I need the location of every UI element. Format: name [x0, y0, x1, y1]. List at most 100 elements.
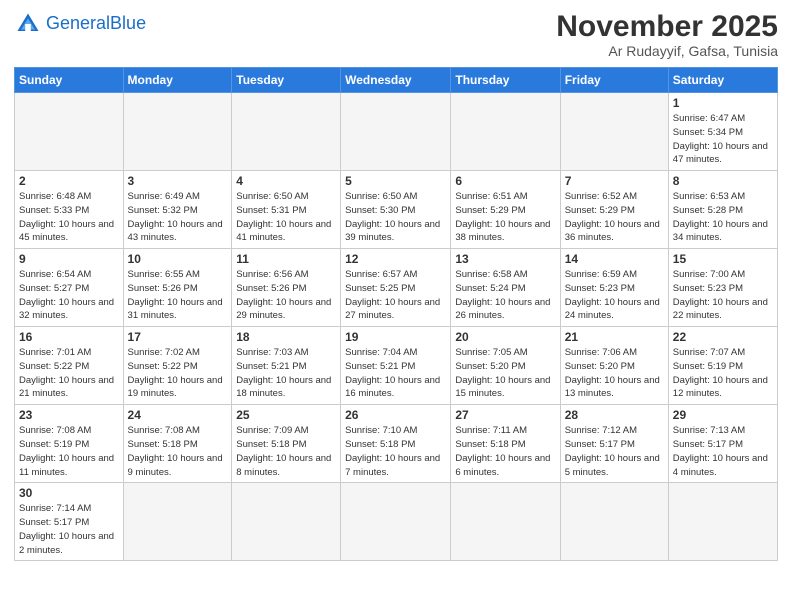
calendar-cell: 6 Sunrise: 6:51 AMSunset: 5:29 PMDaylight… [451, 171, 560, 249]
day-info: Sunrise: 7:04 AMSunset: 5:21 PMDaylight:… [345, 346, 446, 401]
day-info: Sunrise: 7:00 AMSunset: 5:23 PMDaylight:… [673, 268, 773, 323]
calendar-week-3: 9Sunrise: 6:54 AMSunset: 5:27 PMDaylight… [15, 249, 778, 327]
calendar-cell: 28Sunrise: 7:12 AMSunset: 5:17 PMDayligh… [560, 405, 668, 483]
day-number: 30 [19, 486, 119, 500]
day-number: 11 [236, 252, 336, 266]
calendar-week-4: 16Sunrise: 7:01 AMSunset: 5:22 PMDayligh… [15, 327, 778, 405]
location: Ar Rudayyif, Gafsa, Tunisia [556, 43, 778, 59]
day-number: 21 [565, 330, 664, 344]
day-number: 3 [128, 174, 228, 188]
calendar-cell: 5 Sunrise: 6:50 AMSunset: 5:30 PMDaylight… [341, 171, 451, 249]
day-number: 4 [236, 174, 336, 188]
month-title: November 2025 [556, 10, 778, 43]
calendar-cell: 17 Sunrise: 7:02 AMSunset: 5:22 PMDayligh… [123, 327, 232, 405]
calendar-cell: 11 Sunrise: 6:56 AMSunset: 5:26 PMDayligh… [232, 249, 341, 327]
day-number: 23 [19, 408, 119, 422]
day-number: 19 [345, 330, 446, 344]
calendar-header-thursday: Thursday [451, 68, 560, 93]
calendar-week-6: 30 Sunrise: 7:14 AMSunset: 5:17 PMDayligh… [15, 483, 778, 561]
calendar-header-monday: Monday [123, 68, 232, 93]
calendar-cell [123, 483, 232, 561]
day-info: Sunrise: 6:59 AMSunset: 5:23 PMDaylight:… [565, 268, 664, 323]
day-info: Sunrise: 7:05 AMSunset: 5:20 PMDaylight:… [455, 346, 555, 401]
day-number: 15 [673, 252, 773, 266]
calendar-header-friday: Friday [560, 68, 668, 93]
calendar-cell: 25 Sunrise: 7:09 AMSunset: 5:18 PMDayligh… [232, 405, 341, 483]
calendar-cell: 21 Sunrise: 7:06 AMSunset: 5:20 PMDayligh… [560, 327, 668, 405]
calendar-cell: 4 Sunrise: 6:50 AMSunset: 5:31 PMDaylight… [232, 171, 341, 249]
day-info: Sunrise: 7:12 AMSunset: 5:17 PMDaylight:… [565, 424, 664, 479]
header: GeneralBlue November 2025 Ar Rudayyif, G… [14, 10, 778, 59]
day-info: Sunrise: 7:14 AMSunset: 5:17 PMDaylight:… [19, 502, 119, 557]
day-number: 14 [565, 252, 664, 266]
day-number: 1 [673, 96, 773, 110]
day-number: 17 [128, 330, 228, 344]
day-info: Sunrise: 6:49 AMSunset: 5:32 PMDaylight:… [128, 190, 228, 245]
day-info: Sunrise: 7:13 AMSunset: 5:17 PMDaylight:… [673, 424, 773, 479]
logo: GeneralBlue [14, 10, 146, 38]
day-info: Sunrise: 6:58 AMSunset: 5:24 PMDaylight:… [455, 268, 555, 323]
day-info: Sunrise: 6:53 AMSunset: 5:28 PMDaylight:… [673, 190, 773, 245]
calendar-cell [560, 483, 668, 561]
calendar-week-5: 23 Sunrise: 7:08 AMSunset: 5:19 PMDayligh… [15, 405, 778, 483]
calendar-cell [668, 483, 777, 561]
day-info: Sunrise: 7:03 AMSunset: 5:21 PMDaylight:… [236, 346, 336, 401]
calendar-week-2: 2 Sunrise: 6:48 AMSunset: 5:33 PMDaylight… [15, 171, 778, 249]
calendar-cell: 1Sunrise: 6:47 AMSunset: 5:34 PMDaylight… [668, 93, 777, 171]
day-info: Sunrise: 7:09 AMSunset: 5:18 PMDaylight:… [236, 424, 336, 479]
calendar-cell [15, 93, 124, 171]
calendar-cell [341, 483, 451, 561]
day-info: Sunrise: 6:55 AMSunset: 5:26 PMDaylight:… [128, 268, 228, 323]
calendar-cell: 9Sunrise: 6:54 AMSunset: 5:27 PMDaylight… [15, 249, 124, 327]
calendar-cell: 13 Sunrise: 6:58 AMSunset: 5:24 PMDayligh… [451, 249, 560, 327]
logo-text: GeneralBlue [46, 14, 146, 34]
day-info: Sunrise: 7:08 AMSunset: 5:18 PMDaylight:… [128, 424, 228, 479]
day-info: Sunrise: 6:50 AMSunset: 5:30 PMDaylight:… [345, 190, 446, 245]
calendar-cell: 12 Sunrise: 6:57 AMSunset: 5:25 PMDayligh… [341, 249, 451, 327]
day-info: Sunrise: 7:11 AMSunset: 5:18 PMDaylight:… [455, 424, 555, 479]
day-number: 25 [236, 408, 336, 422]
calendar-header-wednesday: Wednesday [341, 68, 451, 93]
day-number: 29 [673, 408, 773, 422]
day-info: Sunrise: 6:57 AMSunset: 5:25 PMDaylight:… [345, 268, 446, 323]
calendar-cell [341, 93, 451, 171]
calendar-cell: 29 Sunrise: 7:13 AMSunset: 5:17 PMDayligh… [668, 405, 777, 483]
day-number: 12 [345, 252, 446, 266]
day-info: Sunrise: 6:48 AMSunset: 5:33 PMDaylight:… [19, 190, 119, 245]
calendar-table: SundayMondayTuesdayWednesdayThursdayFrid… [14, 67, 778, 561]
calendar-cell [232, 93, 341, 171]
logo-general: General [46, 13, 110, 33]
day-number: 5 [345, 174, 446, 188]
calendar-header-row: SundayMondayTuesdayWednesdayThursdayFrid… [15, 68, 778, 93]
calendar-cell [560, 93, 668, 171]
calendar-cell: 7Sunrise: 6:52 AMSunset: 5:29 PMDaylight… [560, 171, 668, 249]
calendar-cell [451, 93, 560, 171]
calendar-cell [123, 93, 232, 171]
day-number: 2 [19, 174, 119, 188]
day-info: Sunrise: 7:08 AMSunset: 5:19 PMDaylight:… [19, 424, 119, 479]
calendar-header-tuesday: Tuesday [232, 68, 341, 93]
logo-blue: Blue [110, 13, 146, 33]
calendar-cell: 27Sunrise: 7:11 AMSunset: 5:18 PMDayligh… [451, 405, 560, 483]
calendar-cell: 22Sunrise: 7:07 AMSunset: 5:19 PMDayligh… [668, 327, 777, 405]
calendar-cell: 18Sunrise: 7:03 AMSunset: 5:21 PMDayligh… [232, 327, 341, 405]
calendar-header-sunday: Sunday [15, 68, 124, 93]
day-number: 13 [455, 252, 555, 266]
day-info: Sunrise: 7:02 AMSunset: 5:22 PMDaylight:… [128, 346, 228, 401]
day-number: 20 [455, 330, 555, 344]
calendar-cell: 2 Sunrise: 6:48 AMSunset: 5:33 PMDaylight… [15, 171, 124, 249]
calendar-week-1: 1Sunrise: 6:47 AMSunset: 5:34 PMDaylight… [15, 93, 778, 171]
calendar-cell: 26Sunrise: 7:10 AMSunset: 5:18 PMDayligh… [341, 405, 451, 483]
day-info: Sunrise: 7:10 AMSunset: 5:18 PMDaylight:… [345, 424, 446, 479]
day-info: Sunrise: 6:50 AMSunset: 5:31 PMDaylight:… [236, 190, 336, 245]
calendar-cell: 14 Sunrise: 6:59 AMSunset: 5:23 PMDayligh… [560, 249, 668, 327]
day-info: Sunrise: 7:01 AMSunset: 5:22 PMDaylight:… [19, 346, 119, 401]
calendar-header-saturday: Saturday [668, 68, 777, 93]
day-info: Sunrise: 7:07 AMSunset: 5:19 PMDaylight:… [673, 346, 773, 401]
page: GeneralBlue November 2025 Ar Rudayyif, G… [0, 0, 792, 612]
day-number: 6 [455, 174, 555, 188]
day-info: Sunrise: 6:54 AMSunset: 5:27 PMDaylight:… [19, 268, 119, 323]
day-info: Sunrise: 6:51 AMSunset: 5:29 PMDaylight:… [455, 190, 555, 245]
day-info: Sunrise: 6:56 AMSunset: 5:26 PMDaylight:… [236, 268, 336, 323]
day-info: Sunrise: 7:06 AMSunset: 5:20 PMDaylight:… [565, 346, 664, 401]
